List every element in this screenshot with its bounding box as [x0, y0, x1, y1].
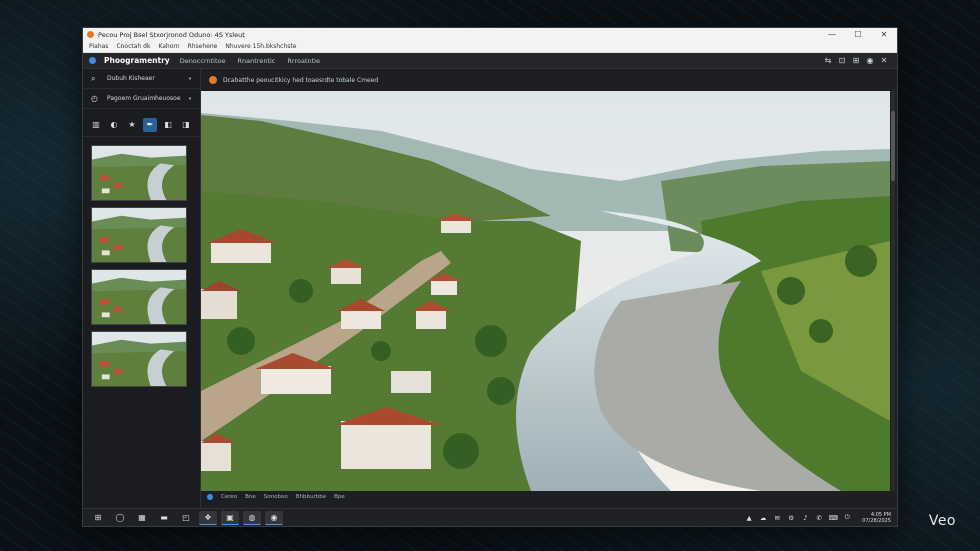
thumbnail[interactable]: [91, 269, 187, 325]
tool-strip: ▥ ◐ ★ ✒ ◧ ◨: [83, 113, 200, 137]
status-item: Cereo: [221, 494, 238, 500]
window-titlebar: Pecou Proj Bsel Stxorjronod Oduno: 4S Ys…: [83, 28, 897, 41]
status-item: Bne: [245, 494, 256, 500]
watermark: Veo: [928, 513, 956, 529]
maximize-icon[interactable]: ☐: [845, 28, 871, 41]
nav-item[interactable]: Rrroatntie: [287, 57, 320, 65]
menu-item[interactable]: Kahorn: [158, 43, 179, 50]
window-title: Pecou Proj Bsel Stxorjronod Oduno: 4S Ys…: [98, 30, 245, 39]
document-tab-bar: Dcabatthe peoucitkicy hed toaesrdte toba…: [201, 69, 897, 91]
palette-icon[interactable]: ◐: [107, 118, 121, 132]
status-bar: Cereo Bne Sonoboo Bhbburbbe Bpe: [201, 491, 897, 503]
frame-icon[interactable]: ⊡: [835, 56, 849, 65]
workspace: ⌕ Dubuh Kisheaer • ◴ Pagoem Gruaimheuoso…: [83, 69, 897, 508]
menu-bar: Piahas Cnoctah dk Kahorn Rhsehene Nhuver…: [83, 41, 897, 53]
sidebar-item-search[interactable]: ⌕ Dubuh Kisheaer •: [83, 69, 200, 89]
brush-icon[interactable]: ✒: [143, 117, 157, 132]
grid-icon[interactable]: ⊞: [849, 56, 863, 65]
close-panel-icon[interactable]: ✕: [877, 56, 891, 65]
status-item: Bhbburbbe: [295, 494, 327, 500]
app-taskbar-icon[interactable]: ❖: [199, 510, 217, 525]
file-explorer-icon[interactable]: ▬: [155, 511, 173, 525]
settings-icon[interactable]: ⚙: [786, 514, 796, 522]
search-icon: ⌕: [91, 73, 96, 83]
tab-document[interactable]: Dcabatthe peoucitkicy hed toaesrdte toba…: [223, 77, 378, 84]
nav-item[interactable]: Denoccrntitoe: [180, 57, 226, 65]
menu-item[interactable]: Cnoctah dk: [116, 43, 150, 50]
document-icon: [209, 76, 217, 84]
status-item: Sonoboo: [263, 494, 288, 500]
split-left-icon[interactable]: ◧: [161, 118, 175, 132]
star-icon[interactable]: ★: [125, 118, 139, 132]
tray-arrow-icon[interactable]: ▲: [744, 514, 754, 522]
share-icon[interactable]: ⇆: [821, 56, 835, 65]
status-icon: [207, 494, 213, 500]
task-view-icon[interactable]: ▦: [133, 511, 151, 525]
taskbar: ⊞ ◯ ▦ ▬ ◰ ❖ ▣ ◍ ◉ ▲ ☁ ✉ ⚙ ♪ ✆ ⌨ ⏻ 4:05 P…: [83, 508, 897, 526]
aerial-village-image: [201, 91, 890, 491]
taskbar-clock[interactable]: 4:05 PM 07/28/2025: [862, 512, 891, 524]
cloud-icon[interactable]: ☁: [758, 514, 768, 522]
sidebar: ⌕ Dubuh Kisheaer • ◴ Pagoem Gruaimheuoso…: [83, 69, 201, 508]
search-taskbar-icon[interactable]: ◯: [111, 511, 129, 525]
phone-icon[interactable]: ✆: [814, 514, 824, 522]
sidebar-item-history[interactable]: ◴ Pagoem Gruaimheuosoe •: [83, 89, 200, 109]
nav-item[interactable]: Rnantrentic: [238, 57, 276, 65]
dot-icon: •: [187, 74, 192, 83]
app-header: Phoogramentry Denoccrntitoe Rnantrentic …: [83, 53, 897, 69]
status-item: Bpe: [334, 494, 345, 500]
app-taskbar-icon[interactable]: ◉: [265, 510, 283, 525]
viewport-scrollbar[interactable]: [891, 91, 895, 491]
close-icon[interactable]: ✕: [871, 28, 897, 41]
thumbnail[interactable]: [91, 331, 187, 387]
app-taskbar-icon[interactable]: ▣: [221, 510, 239, 525]
app-taskbar-icon[interactable]: ◍: [243, 510, 261, 525]
clock-date: 07/28/2025: [862, 517, 891, 524]
image-viewport[interactable]: [201, 91, 890, 491]
thumbnail[interactable]: [91, 207, 187, 263]
menu-item[interactable]: Rhsehene: [188, 43, 218, 50]
sidebar-item-label: Dubuh Kisheaer: [107, 75, 155, 82]
app-taskbar-icon[interactable]: ◰: [177, 511, 195, 525]
minimize-icon[interactable]: —: [819, 28, 845, 41]
split-right-icon[interactable]: ◨: [179, 118, 193, 132]
sidebar-item-label: Pagoem Gruaimheuosoe: [107, 95, 181, 102]
thumbnail[interactable]: [91, 145, 187, 201]
layers-icon[interactable]: ▥: [89, 118, 103, 132]
power-icon[interactable]: ⏻: [842, 513, 852, 522]
thumbnail-list: [83, 137, 200, 387]
logo-icon: [89, 57, 96, 64]
mail-icon[interactable]: ✉: [772, 514, 782, 522]
app-icon: [87, 31, 94, 38]
volume-icon[interactable]: ♪: [800, 514, 810, 522]
dot-icon: •: [187, 94, 192, 103]
start-icon[interactable]: ⊞: [89, 511, 107, 525]
menu-item[interactable]: Piahas: [89, 43, 108, 50]
menu-item[interactable]: Nhuvere 15h.bkshchste: [225, 43, 296, 50]
app-window: Pecou Proj Bsel Stxorjronod Oduno: 4S Ys…: [82, 27, 898, 527]
clock-icon: ◴: [91, 94, 98, 103]
brand-name: Phoogramentry: [104, 56, 170, 65]
keyboard-icon[interactable]: ⌨: [828, 514, 838, 522]
account-icon[interactable]: ◉: [863, 56, 877, 65]
